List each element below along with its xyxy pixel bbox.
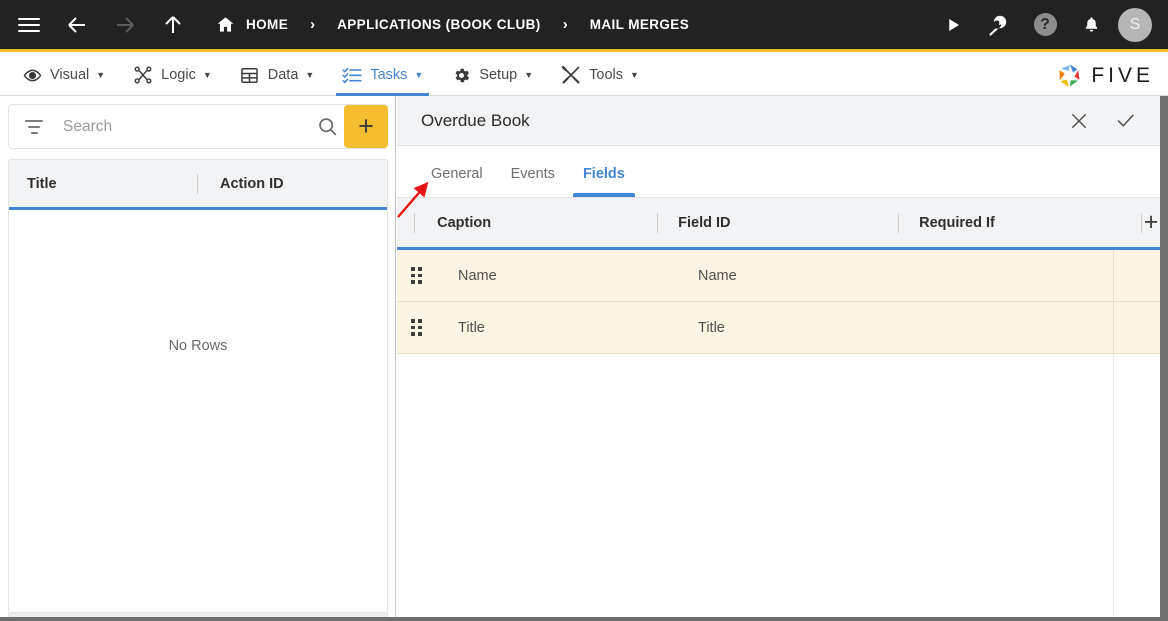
search-icon[interactable] <box>310 116 344 137</box>
tab-events[interactable]: Events <box>497 151 569 197</box>
confirm-check-icon[interactable] <box>1102 96 1148 146</box>
arrow-right-icon[interactable] <box>112 12 138 38</box>
tab-label: Fields <box>582 166 625 182</box>
drag-handle-icon[interactable] <box>397 267 436 284</box>
menu-item-label: Setup <box>479 67 518 83</box>
menu-item-label: Data <box>267 67 299 83</box>
column-header-required-if[interactable]: Required If <box>899 215 1141 231</box>
detail-header: Overdue Book <box>397 96 1160 146</box>
arrow-left-icon[interactable] <box>64 12 90 38</box>
brand-text: FIVE <box>1091 63 1154 87</box>
row-divider <box>1113 250 1114 301</box>
cell-field-id: Name <box>698 267 737 284</box>
menu-item-tools[interactable]: Tools ▼ <box>547 55 653 96</box>
eye-icon <box>22 65 42 85</box>
debug-search-icon[interactable] <box>976 0 1022 51</box>
notifications-bell-icon[interactable] <box>1068 0 1114 51</box>
column-header-action-id[interactable]: Action ID <box>198 176 284 192</box>
module-menu-bar: Visual ▼ Logic ▼ Data ▼ Tasks ▼ Setup ▼ … <box>0 55 1168 96</box>
menu-item-label: Logic <box>161 67 196 83</box>
close-icon[interactable] <box>1056 96 1102 146</box>
topbar-actions: ? S <box>930 0 1168 51</box>
task-list-table: Title Action ID No Rows <box>8 159 388 613</box>
page-title: Overdue Book <box>421 110 530 130</box>
tab-label: Events <box>510 166 555 182</box>
row-divider <box>1113 302 1114 353</box>
fields-grid-empty-area <box>397 354 1160 616</box>
filter-icon[interactable] <box>19 118 49 136</box>
five-pinwheel-icon <box>1059 63 1080 87</box>
vertical-scrollbar[interactable] <box>1160 96 1168 621</box>
cell-field-id: Title <box>698 319 725 336</box>
chevron-down-icon: ▼ <box>630 70 639 80</box>
help-icon[interactable]: ? <box>1022 0 1068 51</box>
tab-label: General <box>431 166 483 182</box>
chevron-down-icon: ▼ <box>305 70 315 80</box>
column-header-field-id[interactable]: Field ID <box>658 215 898 231</box>
empty-state-label: No Rows <box>168 338 228 354</box>
checklist-icon <box>342 65 362 85</box>
breadcrumb-item-mail-merges[interactable]: MAIL MERGES <box>590 17 689 32</box>
menu-item-logic[interactable]: Logic ▼ <box>119 55 226 96</box>
chevron-down-icon: ▼ <box>414 70 424 80</box>
hamburger-menu-icon[interactable] <box>16 12 42 38</box>
horizontal-scrollbar[interactable] <box>0 617 1168 621</box>
cell-caption: Title <box>458 319 485 336</box>
fields-grid-header: Caption Field ID Required If + <box>397 198 1160 250</box>
menu-item-tasks[interactable]: Tasks ▼ <box>328 55 437 96</box>
add-record-button[interactable]: + <box>344 105 388 148</box>
detail-panel: Overdue Book General Events Fields Capti… <box>397 96 1160 621</box>
search-input[interactable] <box>49 116 310 137</box>
chevron-down-icon: ▼ <box>524 70 534 80</box>
chevron-down-icon: ▼ <box>96 70 106 80</box>
table-row[interactable]: Title Title <box>397 302 1160 354</box>
task-list-header-row: Title Action ID <box>9 160 387 210</box>
cell-caption: Name <box>458 267 497 284</box>
menu-item-label: Visual <box>50 67 90 83</box>
arrow-up-icon[interactable] <box>160 12 186 38</box>
menu-item-label: Tasks <box>370 67 408 83</box>
menu-item-data[interactable]: Data ▼ <box>226 55 329 96</box>
tab-general[interactable]: General <box>417 151 497 197</box>
tab-fields[interactable]: Fields <box>569 151 639 197</box>
task-list-body: No Rows <box>9 210 387 610</box>
avatar[interactable]: S <box>1118 7 1152 42</box>
column-header-caption[interactable]: Caption <box>415 215 657 231</box>
tools-icon <box>561 65 581 85</box>
detail-tabs: General Events Fields <box>397 146 1160 198</box>
home-icon[interactable] <box>212 12 238 38</box>
run-icon[interactable] <box>930 0 976 51</box>
help-glyph: ? <box>1033 13 1057 36</box>
search-bar: + <box>8 104 388 149</box>
logic-nodes-icon <box>133 65 153 85</box>
breadcrumb-separator: › <box>310 16 316 33</box>
menu-item-label: Tools <box>589 67 623 83</box>
application-window: HOME › APPLICATIONS (BOOK CLUB) › MAIL M… <box>0 0 1168 621</box>
five-logo: FIVE <box>1055 55 1154 96</box>
row-divider <box>1113 354 1114 616</box>
add-field-button[interactable]: + <box>1142 208 1160 237</box>
menu-item-setup[interactable]: Setup ▼ <box>437 55 547 96</box>
breadcrumb-item-home[interactable]: HOME <box>246 17 288 32</box>
chevron-down-icon: ▼ <box>202 70 212 80</box>
table-grid-icon <box>240 65 260 85</box>
table-row[interactable]: Name Name <box>397 250 1160 302</box>
top-navigation-bar: HOME › APPLICATIONS (BOOK CLUB) › MAIL M… <box>0 0 1168 52</box>
breadcrumb-separator: › <box>562 16 568 33</box>
drag-handle-icon[interactable] <box>397 319 436 336</box>
column-header-title[interactable]: Title <box>9 176 197 192</box>
left-list-panel: + Title Action ID No Rows <box>0 96 396 621</box>
menu-item-visual[interactable]: Visual ▼ <box>8 55 119 96</box>
gear-icon <box>451 65 471 85</box>
breadcrumb-item-applications[interactable]: APPLICATIONS (BOOK CLUB) <box>337 17 541 32</box>
